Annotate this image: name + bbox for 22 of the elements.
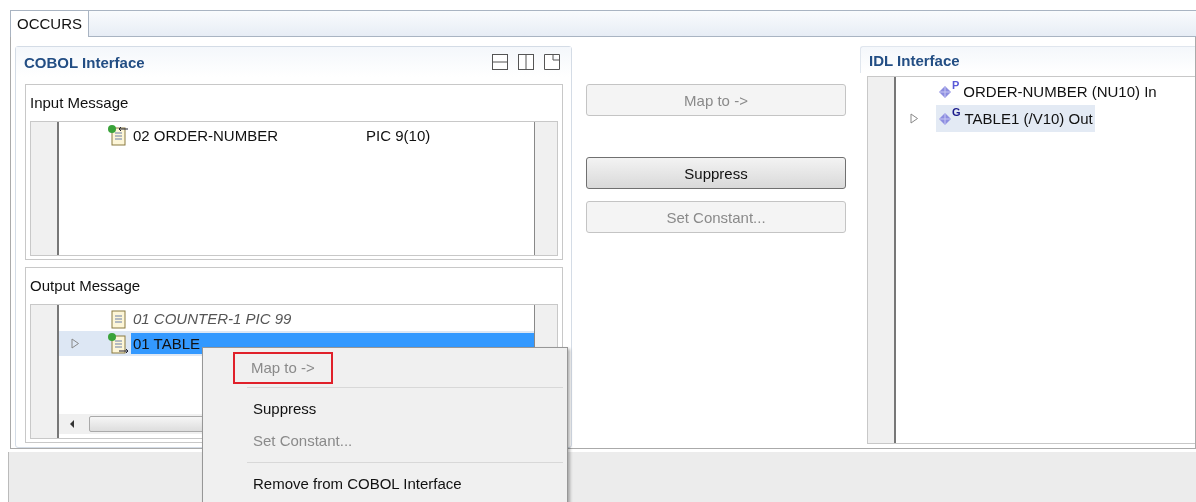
group-title: Input Message xyxy=(30,93,130,113)
document-check-arrow-icon xyxy=(107,124,129,147)
field-label[interactable]: 01 COUNTER-1 PIC 99 xyxy=(131,308,294,329)
editor-tab[interactable]: OCCURS xyxy=(10,10,89,37)
menu-item[interactable]: Suppress xyxy=(251,393,317,425)
expand-icon[interactable] xyxy=(71,338,80,349)
action-button[interactable]: Suppress xyxy=(586,157,846,189)
document-check-arrow-icon xyxy=(107,332,129,355)
menu-item[interactable]: Remove from COBOL Interface xyxy=(251,468,462,500)
parameter-label[interactable]: TABLE1 (/V10) Out xyxy=(964,110,1093,127)
picture-clause: PIC 9(10) xyxy=(366,127,431,144)
page-icon[interactable] xyxy=(543,53,561,71)
type-letter: G xyxy=(952,105,961,118)
field-label[interactable]: 02 ORDER-NUMBER xyxy=(131,125,281,146)
expand-icon[interactable] xyxy=(910,113,919,124)
panel-title: IDL Interface xyxy=(869,51,960,69)
type-letter: P xyxy=(952,78,960,91)
horizontal-split-icon[interactable] xyxy=(491,53,509,71)
parameter-label[interactable]: ORDER-NUMBER (NU10) In xyxy=(963,83,1157,100)
group-title: Output Message xyxy=(30,276,142,296)
panel-title: COBOL Interface xyxy=(24,53,145,71)
vertical-split-icon[interactable] xyxy=(517,53,535,71)
